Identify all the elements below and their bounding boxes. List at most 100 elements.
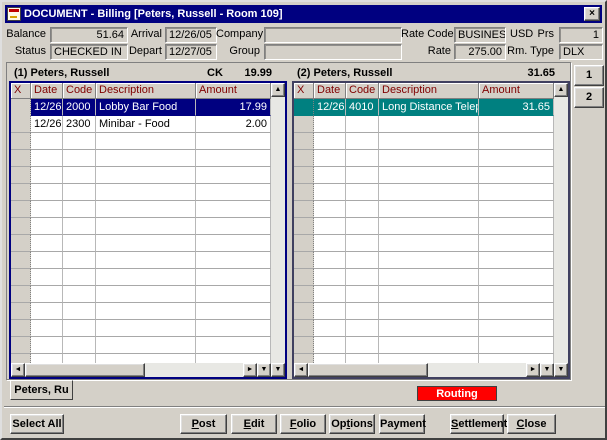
grid-cell [314, 218, 346, 235]
scrollbar-track[interactable] [428, 363, 526, 377]
grid-cell [96, 320, 196, 337]
table-row [11, 320, 271, 337]
room-type-label: Rm. Type [506, 44, 554, 59]
scroll-left-icon[interactable]: ◄ [294, 363, 308, 377]
row-marker-cell [11, 303, 31, 320]
row-marker-cell [294, 286, 314, 303]
table-row [11, 150, 271, 167]
scrollbar-thumb[interactable] [25, 363, 145, 377]
scrollbar-track[interactable] [271, 97, 285, 363]
grid-cell [63, 252, 96, 269]
table-row [294, 286, 554, 303]
scroll-corner-down-icon[interactable]: ▼ [540, 363, 554, 377]
scroll-down-icon[interactable]: ▼ [554, 363, 568, 377]
folio-window-1-header: (1) Peters, Russell CK 19.99 [9, 65, 287, 81]
scrollbar-thumb[interactable] [308, 363, 428, 377]
grid-cell [96, 354, 196, 363]
scroll-up-icon[interactable]: ▲ [554, 83, 568, 97]
table-row [294, 218, 554, 235]
scrollbar-track[interactable] [145, 363, 243, 377]
grid-cell [31, 184, 63, 201]
table-row [294, 167, 554, 184]
scroll-corner-down-icon[interactable]: ▼ [257, 363, 271, 377]
grid-cell [314, 184, 346, 201]
grid-cell: 2.00 [196, 116, 271, 133]
edit-button[interactable]: Edit [231, 414, 277, 434]
row-marker-cell [294, 201, 314, 218]
grid-cell [314, 337, 346, 354]
routing-badge[interactable]: Routing [417, 386, 497, 401]
table-row[interactable]: 12/264010Long Distance Telephor31.65 [294, 99, 554, 116]
row-marker-cell [11, 337, 31, 354]
group-field [264, 44, 402, 60]
folio-button[interactable]: Folio [280, 414, 326, 434]
payment-button[interactable]: Payment [379, 414, 425, 434]
table-row[interactable]: 12/262000Lobby Bar Food17.99 [11, 99, 271, 116]
grid-cell [479, 150, 554, 167]
rate-code-label: Rate Code [401, 27, 451, 42]
folio-windows-area: (1) Peters, Russell CK 19.99 XDateCodeDe… [6, 62, 571, 380]
table-row [11, 269, 271, 286]
scroll-right-icon[interactable]: ► [243, 363, 257, 377]
grid-cell: 2000 [63, 99, 96, 116]
select-all-button[interactable]: Select All [10, 414, 64, 434]
scroll-left-icon[interactable]: ◄ [11, 363, 25, 377]
grid-column-header: Date [314, 83, 346, 99]
grid-cell [31, 354, 63, 363]
row-marker-cell [11, 320, 31, 337]
grid-cell [314, 269, 346, 286]
grid-cell: 12/26 [31, 99, 63, 116]
folio-window-2-total: 31.65 [527, 65, 555, 81]
grid-cell [479, 235, 554, 252]
post-button[interactable]: Post [180, 414, 227, 434]
scrollbar-track[interactable] [554, 97, 568, 363]
close-icon[interactable]: × [584, 7, 600, 21]
grid-cell [346, 184, 379, 201]
table-row[interactable]: 12/262300Minibar - Food2.00 [11, 116, 271, 133]
grid-cell [346, 320, 379, 337]
depart-field: 12/27/05 [165, 44, 217, 60]
grid-cell [346, 218, 379, 235]
grid-cell [96, 218, 196, 235]
window-2-button[interactable]: 2 [574, 87, 604, 108]
grid-cell [196, 184, 271, 201]
settlement-button[interactable]: Settlement [450, 414, 504, 434]
grid-columns: XDateCodeDescriptionAmount12/262000Lobby… [11, 83, 271, 377]
scroll-down-icon[interactable]: ▼ [271, 363, 285, 377]
folio-window-2-title: (2) Peters, Russell [297, 67, 392, 79]
grid-cell [479, 303, 554, 320]
window-1-button[interactable]: 1 [574, 65, 604, 86]
row-marker-cell [294, 167, 314, 184]
vertical-scrollbar: ▲▼ [271, 83, 285, 377]
horizontal-scrollbar: ◄ ►▼ [294, 363, 554, 377]
grid-cell [479, 269, 554, 286]
grid-cell [346, 354, 379, 363]
grid-cell [479, 337, 554, 354]
grid-cell [196, 320, 271, 337]
scroll-up-icon[interactable]: ▲ [271, 83, 285, 97]
grid-cell [196, 133, 271, 150]
bottom-separator [4, 406, 605, 408]
company-field [264, 27, 402, 43]
grid-header-row: XDateCodeDescriptionAmount [294, 83, 554, 99]
window-title: DOCUMENT - Billing [Peters, Russell - Ro… [24, 8, 584, 20]
grid-cell [479, 184, 554, 201]
grid-column-header: Description [96, 83, 196, 99]
balance-label: Balance [4, 27, 46, 42]
table-row [294, 354, 554, 363]
row-marker-cell [294, 269, 314, 286]
grid-cell [31, 303, 63, 320]
grid-cell [379, 269, 479, 286]
grid-cell [379, 201, 479, 218]
close-button[interactable]: Close [507, 414, 556, 434]
options-button[interactable]: Options [329, 414, 375, 434]
row-marker-cell [294, 354, 314, 363]
grid-cell [379, 167, 479, 184]
grid-cell: Long Distance Telephor [379, 99, 479, 116]
folio-tab-peters[interactable]: Peters, Ru [10, 380, 73, 400]
grid-cell [479, 133, 554, 150]
grid-cell [379, 150, 479, 167]
group-label: Group [216, 44, 260, 59]
scroll-right-icon[interactable]: ► [526, 363, 540, 377]
row-marker-cell [11, 354, 31, 363]
